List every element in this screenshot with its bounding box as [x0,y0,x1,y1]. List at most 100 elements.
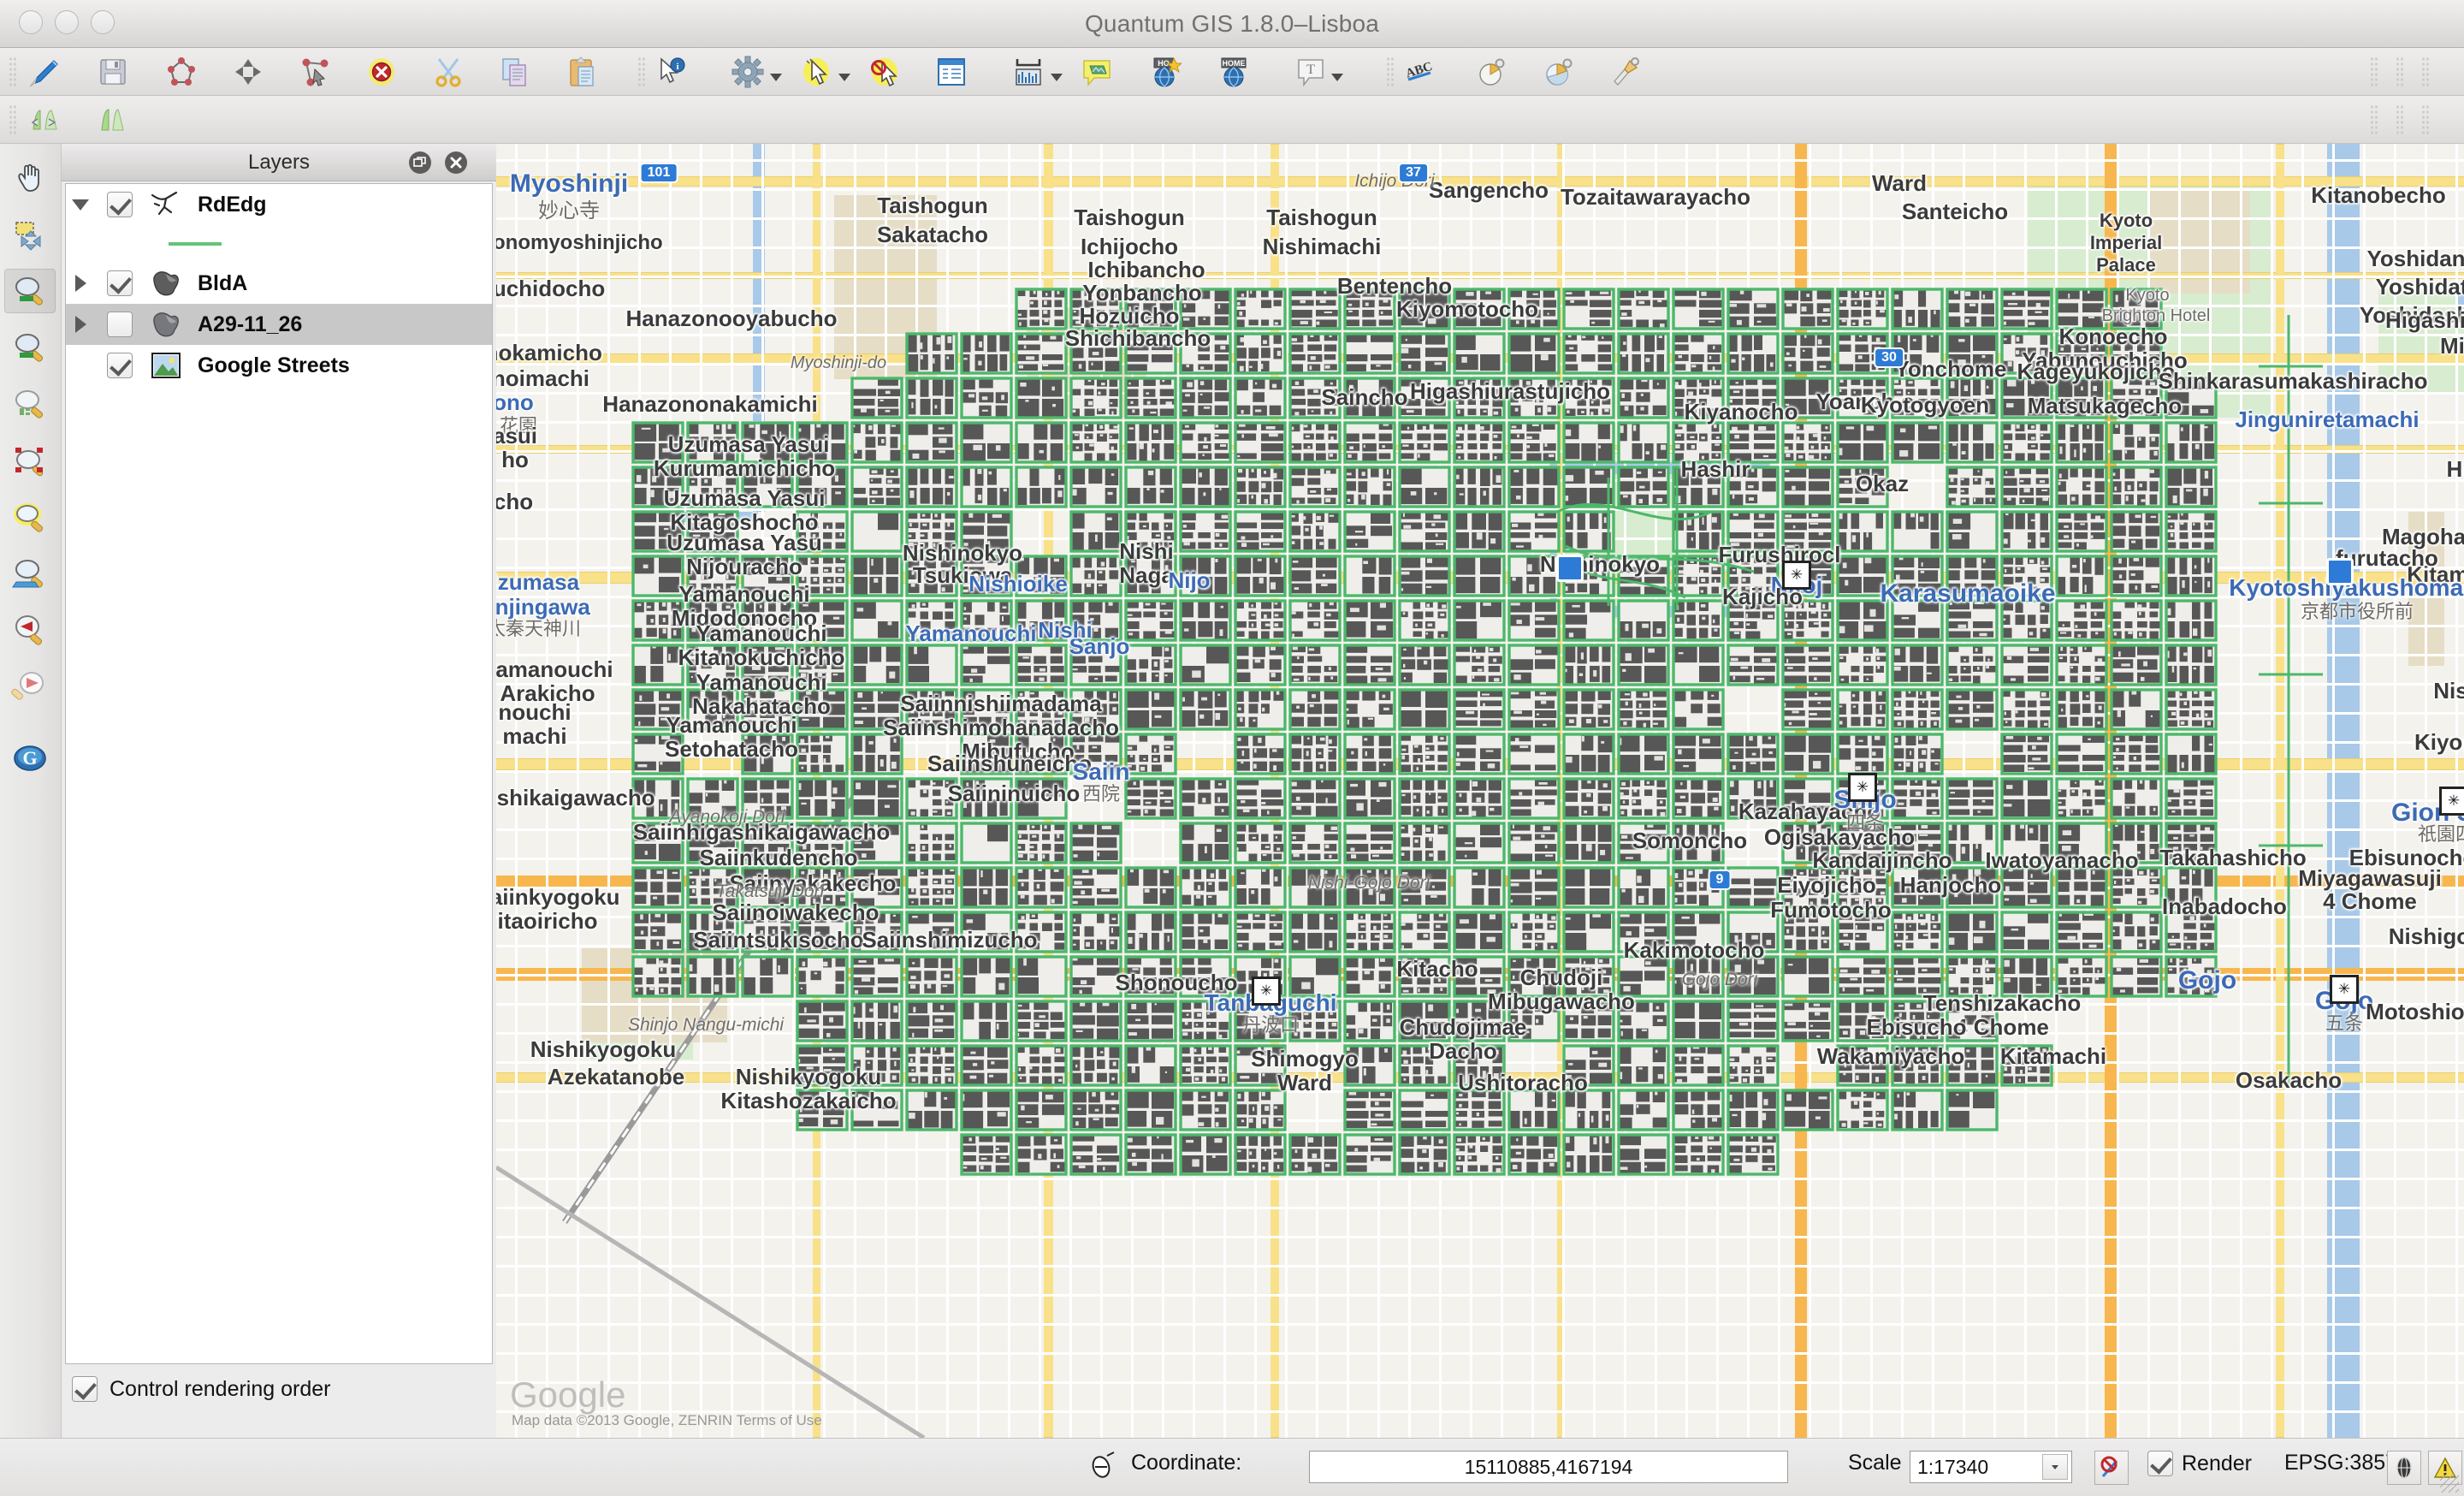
kawaramachi-dori [2276,144,2284,1438]
paste-features-button[interactable] [563,53,601,91]
zoom-in-button[interactable] [4,269,56,313]
zoom-out-button[interactable] [4,325,56,370]
new-bookmark-button[interactable]: HO [1146,53,1184,91]
diagram-button[interactable] [1473,53,1511,91]
projection-status-button[interactable] [2387,1451,2421,1485]
coordinate-capture-icon[interactable] [1088,1451,1117,1480]
layer-row-blda[interactable]: BldA [66,263,492,304]
minor-street [496,1003,2464,1006]
toolbar-grip[interactable] [2370,56,2378,87]
delete-selected-button[interactable] [363,53,400,91]
control-rendering-order-row[interactable]: Control rendering order [72,1376,330,1402]
zoom-to-layer-button[interactable] [4,495,56,539]
toolbar-grip[interactable] [9,104,17,135]
pan-to-selection-button[interactable] [4,212,56,257]
map-label: Saiinshimizucho [862,927,1038,953]
map-label: Hanazonomyoshinjicho [496,231,663,254]
move-feature-button[interactable] [229,53,267,91]
full-histogram-stretch-button[interactable] [92,101,130,139]
toggle-editing-button[interactable] [26,53,63,91]
zoom-to-native-resolution-button[interactable] [4,551,56,596]
add-feature-button[interactable] [163,53,200,91]
save-edits-button[interactable] [94,53,132,91]
decorations-button[interactable] [1540,53,1578,91]
measure-line-button[interactable] [1010,53,1047,91]
map-label: cho [496,489,534,514]
render-checkbox[interactable] [2147,1451,2173,1476]
toolbar-grip[interactable] [1386,56,1395,87]
render-label: Render [2182,1451,2252,1475]
control-rendering-order-checkbox[interactable] [72,1376,98,1402]
toolbar-grip[interactable] [2370,104,2378,135]
polygon-layer-icon [146,269,186,298]
toolbar-grip[interactable] [2396,56,2404,87]
resize-grip[interactable] [2440,1474,2459,1493]
zoom-last-button[interactable] [4,608,56,652]
route-shield-37: 37 [1398,163,1429,183]
svg-text:ABC: ABC [1404,60,1434,81]
chevron-down-icon[interactable] [838,74,850,81]
toolbar-grip[interactable] [2396,104,2404,135]
subway-station-shiyakushomae [2326,558,2354,585]
toolbar-grip[interactable] [2421,56,2430,87]
map-label: Tozaitawarayacho [1560,184,1751,210]
text-annotation-button[interactable]: T [1292,53,1330,91]
coordinate-field[interactable]: 15110885,4167194 [1309,1451,1788,1483]
minor-street [1470,144,1472,1438]
identify-features-button[interactable]: i [652,53,690,91]
chevron-down-icon[interactable] [770,74,782,81]
layer-row-a29-11-26[interactable]: A29-11_26 [66,304,492,345]
zoom-next-button[interactable] [4,664,56,709]
scale-combo[interactable]: 1:17340 [1910,1451,2072,1483]
zoom-full-button[interactable] [4,382,56,426]
layer-visibility-checkbox[interactable] [107,192,133,217]
map-label: 4 Chome [2323,888,2417,914]
map-label: itaoiricho [497,908,598,934]
toolbar-grip[interactable] [2421,104,2430,135]
minor-street [1377,144,1380,1438]
local-histogram-stretch-button[interactable] [26,101,63,139]
minor-street [496,799,2464,802]
status-bar: Coordinate: 15110885,4167194 Scale 1:173… [0,1438,2464,1496]
expand-collapse-icon[interactable] [66,275,95,292]
float-icon[interactable] [409,151,431,174]
map-canvas[interactable]: Myoshinji妙心寺 Hanazonomyoshinjicho Taishogu… [496,144,2464,1438]
layer-visibility-checkbox[interactable] [107,353,133,378]
refresh-map-button[interactable]: G [4,736,56,781]
map-attribution: Map data ©2013 Google, ZENRIN Terms of U… [512,1412,822,1428]
layers-tree[interactable]: RdEdg BldA A29-11_26 Google Streets [65,183,493,1364]
stop-render-button[interactable] [2094,1451,2129,1485]
qgis-window: Quantum GIS 1.8.0–Lisboa i HO HOME T ABC… [0,0,2464,1496]
layer-visibility-checkbox[interactable] [107,270,133,296]
zoom-to-selection-button[interactable] [4,438,56,483]
close-icon[interactable] [445,151,467,174]
map-label: Motoshiogamacho [2366,999,2464,1024]
node-tool-button[interactable] [296,53,334,91]
chevron-down-icon[interactable] [1331,74,1343,81]
cut-features-button[interactable] [429,53,467,91]
toolbar-grip[interactable] [9,56,17,87]
svg-text:HOME: HOME [1223,59,1246,68]
select-features-button[interactable] [797,53,835,91]
map-label: Higashitakeyacho [2446,456,2464,482]
deselect-features-button[interactable] [866,53,903,91]
map-label: 西院 [1081,783,1121,804]
plugins-button[interactable] [1607,53,1644,91]
layer-visibility-checkbox[interactable] [107,312,133,337]
show-bookmarks-button[interactable]: HOME [1215,53,1253,91]
layer-row-google-streets[interactable]: Google Streets [66,345,492,386]
toolbar-grip[interactable] [637,56,646,87]
chevron-down-icon[interactable] [1051,74,1063,81]
chevron-down-icon[interactable] [2042,1454,2068,1480]
pan-map-button[interactable] [4,156,56,200]
layer-row-rdedg[interactable]: RdEdg [66,184,492,225]
run-feature-action-button[interactable] [729,53,767,91]
minor-street [2394,144,2396,1438]
label-button[interactable]: ABC [1401,53,1439,91]
open-attribute-table-button[interactable] [933,53,970,91]
map-tips-button[interactable] [1078,53,1116,91]
expand-collapse-icon[interactable] [66,316,95,333]
minor-street [1254,144,1257,1438]
expand-collapse-icon[interactable] [66,199,95,211]
copy-features-button[interactable] [496,53,534,91]
